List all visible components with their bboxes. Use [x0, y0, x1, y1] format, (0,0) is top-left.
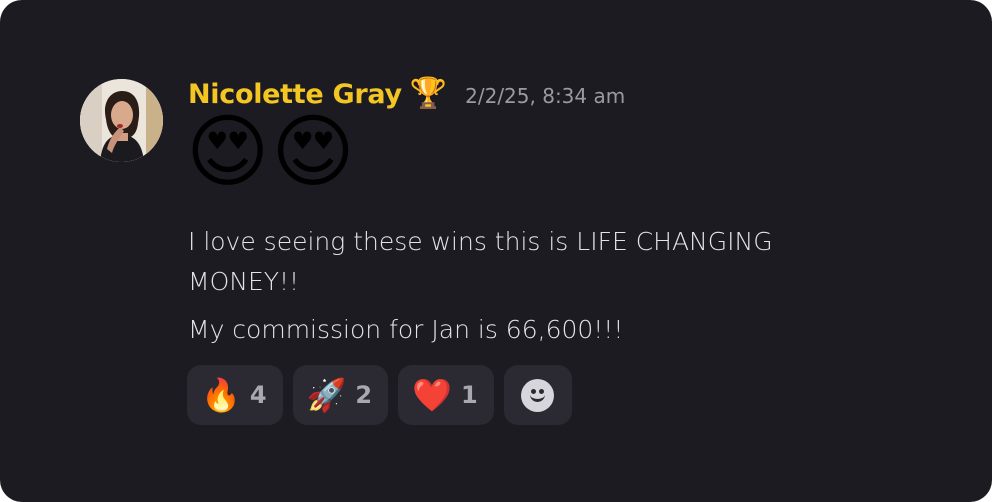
avatar[interactable] — [80, 79, 163, 162]
avatar-photo — [80, 79, 163, 162]
reaction-count: 1 — [460, 381, 478, 409]
trophy-icon: 🏆 — [409, 76, 448, 111]
reaction-fire[interactable]: 🔥 4 — [187, 365, 283, 425]
reaction-rocket[interactable]: 🚀 2 — [292, 365, 389, 425]
reaction-count: 2 — [355, 381, 373, 409]
reaction-count: 4 — [249, 381, 267, 409]
smiley-add-reaction-icon — [521, 378, 555, 412]
add-reaction-button[interactable] — [503, 365, 572, 425]
heart-eyes-emoji-pair: 😍😍 — [186, 105, 357, 198]
message-timestamp: 2/2/25, 8:34 am — [465, 84, 626, 108]
heart-icon: ❤️ — [412, 376, 452, 414]
rocket-icon: 🚀 — [306, 376, 347, 414]
message-text-line: My commission for Jan is 66,600!!! — [188, 315, 624, 344]
reaction-bar: 🔥 4 🚀 2 ❤️ 1 — [187, 365, 572, 425]
fire-icon: 🔥 — [201, 376, 241, 414]
chat-message-card: Nicolette Gray 🏆 2/2/25, 8:34 am 😍😍 I lo… — [0, 0, 992, 502]
reaction-heart[interactable]: ❤️ 1 — [398, 365, 494, 425]
message-text-line: I love seeing these wins this is LIFE CH… — [188, 227, 773, 296]
